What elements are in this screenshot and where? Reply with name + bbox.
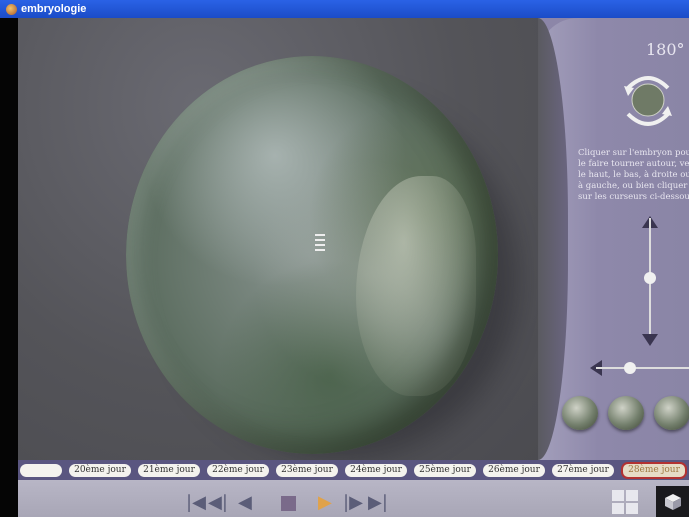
embryo-detail: [356, 176, 476, 396]
title-bar: embryologie: [0, 0, 689, 18]
rotate-icon[interactable]: [616, 58, 680, 138]
day-button[interactable]: 24ème jour: [345, 463, 407, 477]
rotation-degrees: 180°: [646, 40, 685, 59]
day-timeline: 20ème jour 21ème jour 22ème jour 23ème j…: [18, 460, 689, 480]
vertical-slider-thumb[interactable]: [644, 272, 656, 284]
control-panel: 180° Cliquer sur l'embryon pour le faire…: [538, 18, 689, 460]
view-thumbnails: [562, 396, 689, 430]
instructions-text: Cliquer sur l'embryon pour le faire tour…: [578, 148, 689, 202]
embryo-viewport: [18, 18, 538, 460]
horizontal-slider-thumb[interactable]: [624, 362, 636, 374]
day-button[interactable]: 26ème jour: [483, 463, 545, 477]
rotate-down-arrow-icon[interactable]: [642, 334, 658, 346]
day-button[interactable]: 27ème jour: [552, 463, 614, 477]
view-thumbnail[interactable]: [654, 396, 689, 430]
step-forward-icon[interactable]: |▶: [343, 492, 363, 513]
day-button[interactable]: 25ème jour: [414, 463, 476, 477]
move-cursor-icon: [315, 231, 325, 261]
play-forward-icon[interactable]: ▶: [318, 492, 332, 513]
view-thumbnail[interactable]: [608, 396, 644, 430]
grid-view-icon[interactable]: [612, 490, 638, 514]
left-border: [0, 18, 18, 517]
day-button[interactable]: 21ème jour: [138, 463, 200, 477]
app-icon: [6, 3, 17, 15]
day-button-active[interactable]: 28ème jour: [621, 461, 687, 479]
cube-view-icon[interactable]: [656, 486, 689, 517]
step-back-icon[interactable]: ◀|: [208, 492, 228, 513]
window-title: embryologie: [21, 3, 87, 15]
view-thumbnail[interactable]: [562, 396, 598, 430]
skip-to-start-icon[interactable]: |◀: [186, 492, 206, 513]
horizontal-rotation-slider[interactable]: [596, 367, 689, 369]
day-button[interactable]: 22ème jour: [207, 463, 269, 477]
day-button[interactable]: [20, 463, 62, 477]
day-button[interactable]: 20ème jour: [69, 463, 131, 477]
embryo-model[interactable]: [126, 56, 498, 454]
skip-to-end-icon[interactable]: ▶|: [368, 492, 388, 513]
day-button[interactable]: 23ème jour: [276, 463, 338, 477]
playback-controls: |◀ ◀| ◀ ▶ |▶ ▶|: [18, 480, 689, 517]
stop-icon[interactable]: [281, 496, 296, 511]
play-backward-icon[interactable]: ◀: [238, 492, 252, 513]
